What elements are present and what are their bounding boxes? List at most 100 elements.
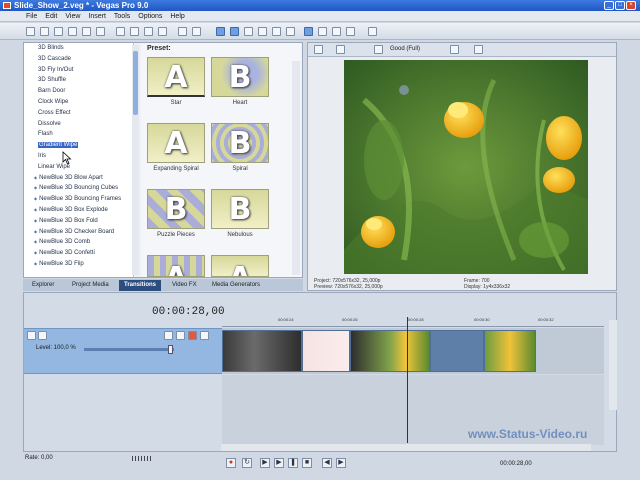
new-project-icon[interactable] [26, 27, 35, 36]
list-item[interactable]: NewBlue 3D Confetti [24, 248, 133, 259]
snap-icon[interactable] [216, 27, 225, 36]
tab-video-fx[interactable]: Video FX [167, 280, 202, 291]
rate-slider[interactable] [132, 456, 152, 461]
preset-tile[interactable]: A [147, 255, 205, 277]
crop-icon[interactable] [286, 27, 295, 36]
track-fx-icon[interactable] [176, 331, 185, 340]
tab-project-media[interactable]: Project Media [67, 280, 114, 291]
list-item[interactable]: NewBlue 3D Blow Apart [24, 173, 133, 184]
list-item[interactable]: 3D Cascade [24, 54, 133, 65]
playhead-cursor[interactable] [407, 317, 408, 443]
timeline-horizontal-scrollbar[interactable] [221, 444, 591, 451]
list-item-selected[interactable]: Gradient Wipe [24, 140, 133, 151]
level-slider-thumb[interactable] [168, 345, 173, 354]
track-motion-icon[interactable] [164, 331, 173, 340]
redo-icon[interactable] [192, 27, 201, 36]
tab-media-generators[interactable]: Media Generators [207, 280, 265, 291]
list-item[interactable]: Dissolve [24, 119, 133, 130]
preset-tile-expanding-spiral[interactable]: A [147, 123, 205, 163]
timeline-vertical-scrollbar[interactable] [609, 320, 617, 410]
envelope-tool-icon[interactable] [318, 27, 327, 36]
preset-tile-star[interactable]: A [147, 57, 205, 97]
list-item[interactable]: NewBlue 3D Comb [24, 237, 133, 248]
auto-crossfade-icon[interactable] [272, 27, 281, 36]
menu-view[interactable]: View [61, 11, 84, 22]
copy-icon[interactable] [130, 27, 139, 36]
record-button[interactable]: ● [226, 458, 236, 468]
media-clip[interactable] [484, 330, 536, 372]
list-item[interactable]: NewBlue 3D Box Explode [24, 205, 133, 216]
preset-tile[interactable]: A [211, 255, 269, 277]
pause-button[interactable]: ❚ [288, 458, 298, 468]
track-expand-icon[interactable] [27, 331, 36, 340]
media-clip[interactable] [222, 330, 302, 372]
track-level-slider[interactable] [84, 348, 174, 351]
play-button[interactable]: ▶ [274, 458, 284, 468]
ignore-grouping-icon[interactable] [258, 27, 267, 36]
list-item[interactable]: 3D Blinds [24, 43, 133, 54]
preset-tile-heart[interactable]: B [211, 57, 269, 97]
menu-file[interactable]: File [22, 11, 41, 22]
copy-snapshot-icon[interactable] [474, 45, 483, 54]
go-to-end-button[interactable]: ▶ [336, 458, 346, 468]
close-button[interactable]: × [626, 1, 636, 10]
list-item[interactable]: NewBlue 3D Checker Board [24, 227, 133, 238]
list-item[interactable]: Linear Wipe [24, 162, 133, 173]
track-type-icon[interactable] [38, 331, 47, 340]
cut-icon[interactable] [116, 27, 125, 36]
list-scrollbar-thumb[interactable] [133, 51, 138, 115]
timeline-ruler[interactable]: 00:00:24 00:00:26 00:00:28 00:00:30 00:0… [222, 317, 604, 327]
list-item[interactable]: 3D Fly In/Out [24, 65, 133, 76]
empty-region[interactable] [430, 330, 484, 372]
list-item[interactable]: Barn Door [24, 86, 133, 97]
properties-icon[interactable] [82, 27, 91, 36]
render-icon[interactable] [96, 27, 105, 36]
menu-edit[interactable]: Edit [41, 11, 61, 22]
preview-quality-select[interactable]: Good (Full) [390, 46, 420, 52]
undo-icon[interactable] [178, 27, 187, 36]
video-track-header[interactable]: Level: 100,0 % [24, 328, 222, 374]
external-monitor-icon[interactable] [336, 45, 345, 54]
split-screen-icon[interactable] [374, 45, 383, 54]
menu-options[interactable]: Options [134, 11, 166, 22]
list-item[interactable]: 3D Shuffle [24, 75, 133, 86]
media-clip[interactable] [350, 330, 430, 372]
menu-tools[interactable]: Tools [110, 11, 134, 22]
list-item[interactable]: Clock Wipe [24, 97, 133, 108]
menu-insert[interactable]: Insert [84, 11, 110, 22]
delete-icon[interactable] [158, 27, 167, 36]
selection-tool-icon[interactable] [332, 27, 341, 36]
maximize-button[interactable]: □ [615, 1, 625, 10]
list-item[interactable]: NewBlue 3D Flip [24, 259, 133, 270]
list-item[interactable]: Cross Effect [24, 108, 133, 119]
menu-help[interactable]: Help [166, 11, 188, 22]
lock-envelopes-icon[interactable] [244, 27, 253, 36]
transition-clip[interactable] [302, 330, 350, 372]
loop-button[interactable]: ↻ [242, 458, 252, 468]
auto-ripple-icon[interactable] [230, 27, 239, 36]
zoom-tool-icon[interactable] [346, 27, 355, 36]
preview-properties-icon[interactable] [314, 45, 323, 54]
stop-button[interactable]: ■ [302, 458, 312, 468]
normal-edit-tool-icon[interactable] [304, 27, 313, 36]
paste-icon[interactable] [144, 27, 153, 36]
preset-tile-nebulous[interactable]: B [211, 189, 269, 229]
play-from-start-button[interactable]: ▶ [260, 458, 270, 468]
save-as-icon[interactable] [68, 27, 77, 36]
video-track-lane[interactable] [222, 328, 604, 374]
save-icon[interactable] [54, 27, 63, 36]
list-item[interactable]: NewBlue 3D Bouncing Frames [24, 194, 133, 205]
preset-scrollbar[interactable] [292, 61, 300, 275]
preset-tile-spiral[interactable]: B [211, 123, 269, 163]
mute-icon[interactable] [188, 331, 197, 340]
overlays-icon[interactable] [450, 45, 459, 54]
tab-transitions[interactable]: Transitions [119, 280, 162, 291]
open-icon[interactable] [40, 27, 49, 36]
list-item[interactable]: Flash [24, 129, 133, 140]
preset-tile-puzzle-pieces[interactable]: B [147, 189, 205, 229]
list-item[interactable]: NewBlue 3D Bouncing Cubes [24, 183, 133, 194]
list-item[interactable]: Iris [24, 151, 133, 162]
go-to-start-button[interactable]: ◀ [322, 458, 332, 468]
solo-icon[interactable] [200, 331, 209, 340]
tab-explorer[interactable]: Explorer [27, 280, 59, 291]
